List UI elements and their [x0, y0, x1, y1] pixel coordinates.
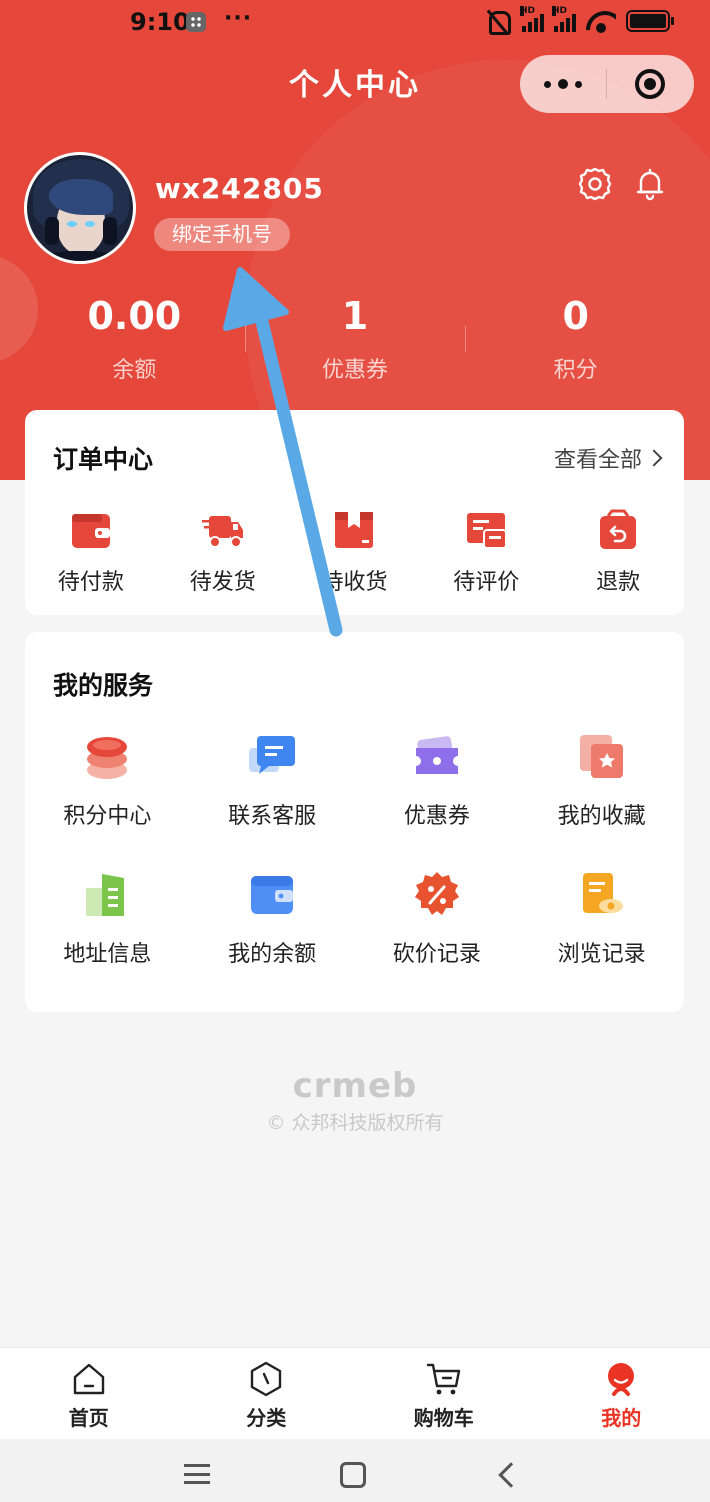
order-pending-review[interactable]: 待评价 — [420, 508, 552, 596]
app-notification-icon — [186, 12, 206, 32]
signal-hd-label: HD — [520, 6, 536, 16]
stat-value: 1 — [341, 294, 369, 338]
view-all-orders-link[interactable]: 查看全部 — [553, 442, 663, 474]
tab-label: 首页 — [68, 1406, 109, 1430]
tab-label: 我的 — [601, 1406, 642, 1430]
order-center-card: 订单中心 查看全部 待付款 待发货 待收货 待评价 退款 — [25, 410, 684, 615]
service-favorites[interactable]: 我的收藏 — [519, 732, 684, 830]
status-time: 9:10 — [130, 8, 190, 36]
service-label: 优惠券 — [403, 804, 470, 829]
review-icon — [464, 508, 508, 552]
chat-icon — [247, 732, 297, 782]
bind-phone-button[interactable]: 绑定手机号 — [154, 218, 290, 251]
my-services-card: 我的服务 积分中心 联系客服 优惠券 我的收藏 地址信息 我的余额 砍价记录 浏… — [25, 632, 684, 1012]
ticket-icon — [412, 732, 462, 782]
address-icon — [82, 870, 132, 920]
discount-icon — [412, 870, 462, 920]
service-label: 我的余额 — [228, 942, 317, 967]
service-customer-support[interactable]: 联系客服 — [190, 732, 355, 830]
menu-icon[interactable] — [184, 1464, 210, 1484]
gear-icon — [578, 167, 612, 201]
history-icon — [577, 870, 627, 920]
service-bargain-records[interactable]: 砍价记录 — [355, 870, 520, 968]
signal-icon: HD — [552, 6, 576, 32]
status-bar: 9:10 ··· HD HD — [0, 0, 710, 46]
stat-coupons[interactable]: 1 优惠券 — [244, 290, 466, 384]
target-icon — [635, 69, 665, 99]
stat-balance[interactable]: 0.00 余额 — [24, 290, 245, 384]
order-pending-receipt[interactable]: 待收货 — [289, 508, 421, 596]
copyright-text: © 众邦科技版权所有 — [266, 1112, 444, 1134]
coins-icon — [82, 732, 132, 782]
avatar[interactable] — [24, 152, 136, 264]
battery-icon — [626, 10, 674, 32]
bottom-tab-bar: 首页 分类 购物车 我的 — [0, 1347, 710, 1439]
order-item-label: 待付款 — [57, 570, 124, 595]
settings-button[interactable] — [577, 166, 613, 202]
service-label: 砍价记录 — [392, 942, 481, 967]
order-center-title: 订单中心 — [53, 445, 154, 474]
truck-icon — [201, 508, 245, 552]
service-browse-history[interactable]: 浏览记录 — [519, 870, 684, 968]
stat-points[interactable]: 0 积分 — [465, 290, 686, 384]
account-stats: 0.00 余额 1 优惠券 0 积分 — [24, 290, 686, 384]
tab-category[interactable]: 分类 — [178, 1348, 356, 1439]
home-icon — [73, 1363, 104, 1395]
more-options-button[interactable] — [520, 55, 606, 113]
mute-icon — [484, 9, 512, 35]
status-more-dots: ··· — [224, 6, 253, 31]
crmeb-logo: crmeb — [292, 1066, 418, 1106]
order-item-label: 退款 — [596, 570, 641, 595]
service-label: 积分中心 — [63, 804, 152, 829]
system-navigation-bar — [0, 1439, 710, 1502]
category-icon — [251, 1361, 282, 1397]
profile-icon — [608, 1363, 635, 1396]
tab-label: 购物车 — [413, 1406, 474, 1430]
order-pending-payment[interactable]: 待付款 — [25, 508, 157, 596]
wifi-icon — [586, 9, 616, 33]
tab-profile[interactable]: 我的 — [533, 1348, 710, 1439]
username: wx242805 — [155, 172, 324, 205]
order-pending-shipment[interactable]: 待发货 — [157, 508, 289, 596]
service-label: 我的收藏 — [557, 804, 646, 829]
service-coupons[interactable]: 优惠券 — [355, 732, 520, 830]
stat-label: 积分 — [553, 358, 598, 383]
order-item-label: 待发货 — [189, 570, 256, 595]
service-address[interactable]: 地址信息 — [25, 870, 190, 968]
order-refund[interactable]: 退款 — [552, 508, 684, 596]
refund-icon — [596, 508, 640, 552]
view-all-label: 查看全部 — [553, 448, 642, 473]
bell-icon — [636, 168, 664, 201]
chevron-right-icon — [645, 449, 663, 467]
service-points-center[interactable]: 积分中心 — [25, 732, 190, 830]
back-icon[interactable] — [498, 1462, 524, 1488]
tab-home[interactable]: 首页 — [0, 1348, 178, 1439]
service-label: 浏览记录 — [557, 942, 646, 967]
favorite-icon — [577, 732, 627, 782]
status-icons: HD HD — [484, 6, 674, 35]
wallet-balance-icon — [247, 870, 297, 920]
tab-label: 分类 — [246, 1406, 287, 1430]
order-item-label: 待收货 — [321, 570, 388, 595]
signal-icon: HD — [520, 6, 544, 32]
my-services-title: 我的服务 — [53, 671, 154, 700]
service-label: 联系客服 — [228, 804, 317, 829]
tab-cart[interactable]: 购物车 — [355, 1348, 533, 1439]
order-item-label: 待评价 — [453, 570, 520, 595]
wallet-icon — [69, 508, 113, 552]
close-miniprogram-button[interactable] — [607, 55, 693, 113]
service-my-balance[interactable]: 我的余额 — [190, 870, 355, 968]
home-square-icon[interactable] — [340, 1462, 366, 1488]
notification-button[interactable] — [632, 166, 668, 202]
stat-label: 优惠券 — [322, 358, 389, 383]
signal-hd-label: HD — [552, 6, 568, 16]
miniprogram-capsule — [520, 55, 694, 113]
cart-icon — [426, 1363, 460, 1395]
stat-value: 0 — [562, 294, 589, 338]
box-icon — [332, 508, 376, 552]
service-label: 地址信息 — [63, 942, 152, 967]
stat-value: 0.00 — [87, 294, 182, 338]
stat-label: 余额 — [112, 358, 157, 383]
